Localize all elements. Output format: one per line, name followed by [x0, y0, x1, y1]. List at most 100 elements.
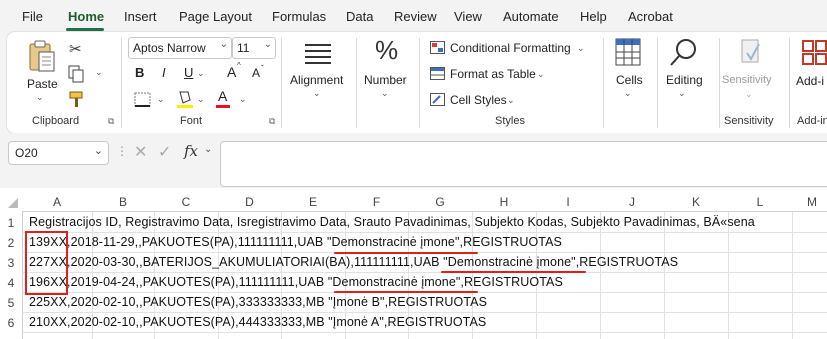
name-box[interactable]: O20 ⌄	[8, 141, 109, 165]
row-header-5[interactable]: 5	[0, 296, 22, 310]
menu-bar: File Home Insert Page Layout Formulas Da…	[0, 0, 827, 32]
insert-function-button[interactable]: fx	[184, 142, 198, 160]
menu-home[interactable]: Home	[68, 9, 104, 24]
copy-dropdown-icon[interactable]: ⌄	[95, 67, 103, 78]
font-color-dropdown-icon[interactable]: ⌄	[239, 94, 247, 105]
column-header-j[interactable]: J	[600, 192, 664, 212]
cells-icon[interactable]	[615, 38, 641, 66]
chevron-down-icon[interactable]: ⌄	[577, 43, 585, 54]
cell-a2[interactable]: 139XX,2018-11-29,,PAKUOTES(PA),111111111…	[29, 235, 562, 249]
column-header-m[interactable]: M	[792, 192, 827, 212]
font-size-select[interactable]: 11 ⌄	[232, 37, 276, 59]
cell-styles-icon	[430, 93, 445, 106]
underline-dropdown-icon[interactable]: ⌄	[197, 68, 205, 79]
formula-input[interactable]	[220, 141, 827, 187]
number-button[interactable]: Number	[364, 73, 407, 87]
editing-dropdown-icon[interactable]: ⌄	[678, 88, 686, 99]
column-header-b[interactable]: B	[92, 192, 154, 212]
alignment-button[interactable]: Alignment	[290, 73, 343, 87]
format-as-table-button[interactable]: Format as Table	[450, 67, 536, 81]
cell-a4[interactable]: 196XX,2019-04-24,,PAKUOTES(PA),111111111…	[29, 275, 563, 289]
menu-formulas[interactable]: Formulas	[272, 9, 326, 24]
clipboard-launcher-icon[interactable]: ⧉	[108, 116, 114, 127]
cell-a3[interactable]: 227XX,2020-03-30,,BATERIJOS_AKUMULIATORI…	[29, 255, 678, 269]
cell-a1[interactable]: Registracijos ID, Registravimo Data, Isr…	[29, 215, 755, 229]
row-header-3[interactable]: 3	[0, 256, 22, 270]
borders-icon[interactable]	[134, 92, 152, 108]
borders-dropdown-icon[interactable]: ⌄	[157, 94, 165, 105]
styles-group-label: Styles	[495, 115, 525, 127]
row-header-1[interactable]: 1	[0, 216, 22, 230]
font-group-label: Font	[180, 115, 203, 127]
copy-icon[interactable]	[68, 65, 84, 83]
cells-dropdown-icon[interactable]: ⌄	[624, 88, 632, 99]
font-name-value: Aptos Narrow	[133, 41, 206, 55]
formula-bar: O20 ⌄ ⋮ ✕ ✓ fx ⌄	[0, 133, 827, 188]
menu-view[interactable]: View	[454, 9, 482, 24]
grow-font-button[interactable]: A	[227, 64, 236, 80]
enter-icon: ✓	[158, 144, 172, 161]
format-painter-icon[interactable]	[68, 90, 86, 108]
percent-icon[interactable]: %	[375, 35, 398, 66]
column-header-f[interactable]: F	[345, 192, 408, 212]
menu-file[interactable]: File	[22, 9, 43, 24]
number-dropdown-icon[interactable]: ⌄	[381, 88, 389, 99]
cells-button[interactable]: Cells	[616, 73, 643, 87]
chevron-down-icon[interactable]: ⌄	[204, 144, 212, 155]
menu-review[interactable]: Review	[394, 9, 437, 24]
row-header-2[interactable]: 2	[0, 236, 22, 250]
fill-color-icon[interactable]	[176, 89, 194, 109]
gridline	[22, 272, 827, 273]
menu-page-layout[interactable]: Page Layout	[179, 9, 252, 24]
cell-styles-button[interactable]: Cell Styles	[450, 93, 507, 107]
add-ins-icon[interactable]	[802, 40, 827, 66]
cut-icon[interactable]: ✂	[69, 40, 82, 58]
column-header-h[interactable]: H	[472, 192, 536, 212]
font-color-button[interactable]: A	[218, 88, 227, 104]
sensitivity-group-label: Sensitivity	[724, 115, 774, 127]
conditional-formatting-button[interactable]: Conditional Formatting	[450, 41, 571, 55]
alignment-dropdown-icon[interactable]: ⌄	[313, 88, 321, 99]
row-header-4[interactable]: 4	[0, 276, 22, 290]
separator	[789, 38, 790, 128]
column-header-d[interactable]: D	[218, 192, 281, 212]
select-all-corner[interactable]	[0, 192, 22, 212]
column-header-i[interactable]: I	[536, 192, 600, 212]
menu-insert[interactable]: Insert	[124, 9, 157, 24]
column-header-k[interactable]: K	[664, 192, 728, 212]
menu-data[interactable]: Data	[346, 9, 373, 24]
search-icon[interactable]	[669, 38, 699, 68]
chevron-down-icon[interactable]: ⌄	[537, 69, 545, 80]
column-header-g[interactable]: G	[408, 192, 472, 212]
column-header-c[interactable]: C	[154, 192, 218, 212]
paste-button[interactable]: Paste	[27, 77, 58, 91]
menu-automate[interactable]: Automate	[503, 9, 559, 24]
column-header-e[interactable]: E	[281, 192, 345, 212]
chevron-down-icon: ⌄	[263, 39, 272, 50]
separator	[356, 38, 357, 128]
cell-a5[interactable]: 225XX,2020-02-10,,PAKUOTES(PA),333333333…	[29, 295, 487, 309]
paste-icon[interactable]	[27, 40, 57, 74]
fill-color-dropdown-icon[interactable]: ⌄	[197, 94, 205, 105]
chevron-down-icon[interactable]: ⌄	[94, 144, 103, 157]
chevron-down-icon[interactable]: ⌄	[507, 95, 515, 106]
annotation-underline	[334, 252, 478, 254]
add-ins-button[interactable]: Add-i	[796, 74, 824, 88]
shrink-font-button[interactable]: A	[252, 66, 260, 80]
clipboard-group-label: Clipboard	[32, 115, 80, 127]
italic-button[interactable]: I	[162, 65, 166, 80]
font-name-select[interactable]: Aptos Narrow ⌄	[128, 37, 232, 59]
row-header-6[interactable]: 6	[0, 316, 22, 330]
underline-button[interactable]: U	[184, 65, 193, 80]
bold-button[interactable]: B	[135, 65, 144, 80]
menu-acrobat[interactable]: Acrobat	[628, 9, 673, 24]
alignment-icon[interactable]	[303, 42, 333, 68]
cell-a6[interactable]: 210XX,2020-02-10,,PAKUOTES(PA),444333333…	[29, 315, 486, 329]
font-size-value: 11	[237, 41, 250, 55]
editing-button[interactable]: Editing	[666, 73, 703, 87]
paste-dropdown-icon[interactable]: ⌄	[36, 92, 44, 103]
menu-help[interactable]: Help	[580, 9, 607, 24]
column-header-l[interactable]: L	[728, 192, 792, 212]
column-header-a[interactable]: A	[22, 192, 92, 212]
font-launcher-icon[interactable]: ⧉	[269, 116, 275, 127]
